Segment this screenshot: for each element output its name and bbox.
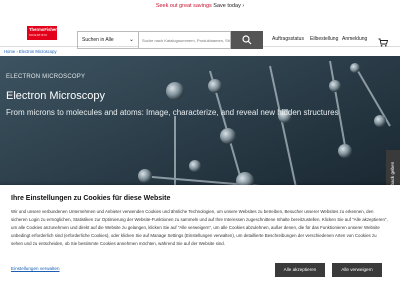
accept-all-button[interactable]: Alle akzeptieren [275,263,325,277]
cookie-title: Ihre Einstellungen zu Cookies für diese … [11,195,171,202]
logo-subtext: SCIENTIFIC [29,32,48,37]
chevron-down-icon: ⌄ [128,37,134,43]
cookie-body: Wir und unsere verbundenen Unternehmen u… [11,209,388,246]
promo-link[interactable]: Save today › [213,3,244,9]
search-scope-select[interactable]: Suchen in Alle ⌄ [77,31,139,49]
cart-button[interactable] [378,34,389,52]
promo-highlight: Seek out great savings [155,3,212,9]
cart-icon [378,38,389,47]
nav-order-status[interactable]: Auftragsstatus [272,36,304,42]
search-input[interactable] [139,31,231,49]
search-scope-label: Suchen in Alle [82,37,114,43]
reject-all-button[interactable]: Alle verweigern [332,263,382,277]
nav-sign-in[interactable]: Anmeldung [342,36,367,42]
search-icon [242,35,252,45]
site-header: ThermoFisher SCIENTIFIC Suchen in Alle ⌄… [0,12,400,49]
promo-banner: Seek out great savings Save today › [0,0,400,12]
cookie-consent-banner: Ihre Einstellungen zu Cookies für diese … [0,185,400,300]
brand-logo[interactable]: ThermoFisher SCIENTIFIC [27,26,57,40]
manage-settings-link[interactable]: Einstellungen verwalten [11,266,60,271]
page-title: Electron Microscopy [6,90,106,102]
hero-subtitle: From microns to molecules and atoms: Ima… [6,108,339,117]
nav-quick-order[interactable]: Eilbestellung [310,36,338,42]
search-button[interactable] [231,31,263,49]
logo-text: ThermoFisher [29,27,57,32]
hero-eyebrow: ELECTRON MICROSCOPY [6,74,86,80]
